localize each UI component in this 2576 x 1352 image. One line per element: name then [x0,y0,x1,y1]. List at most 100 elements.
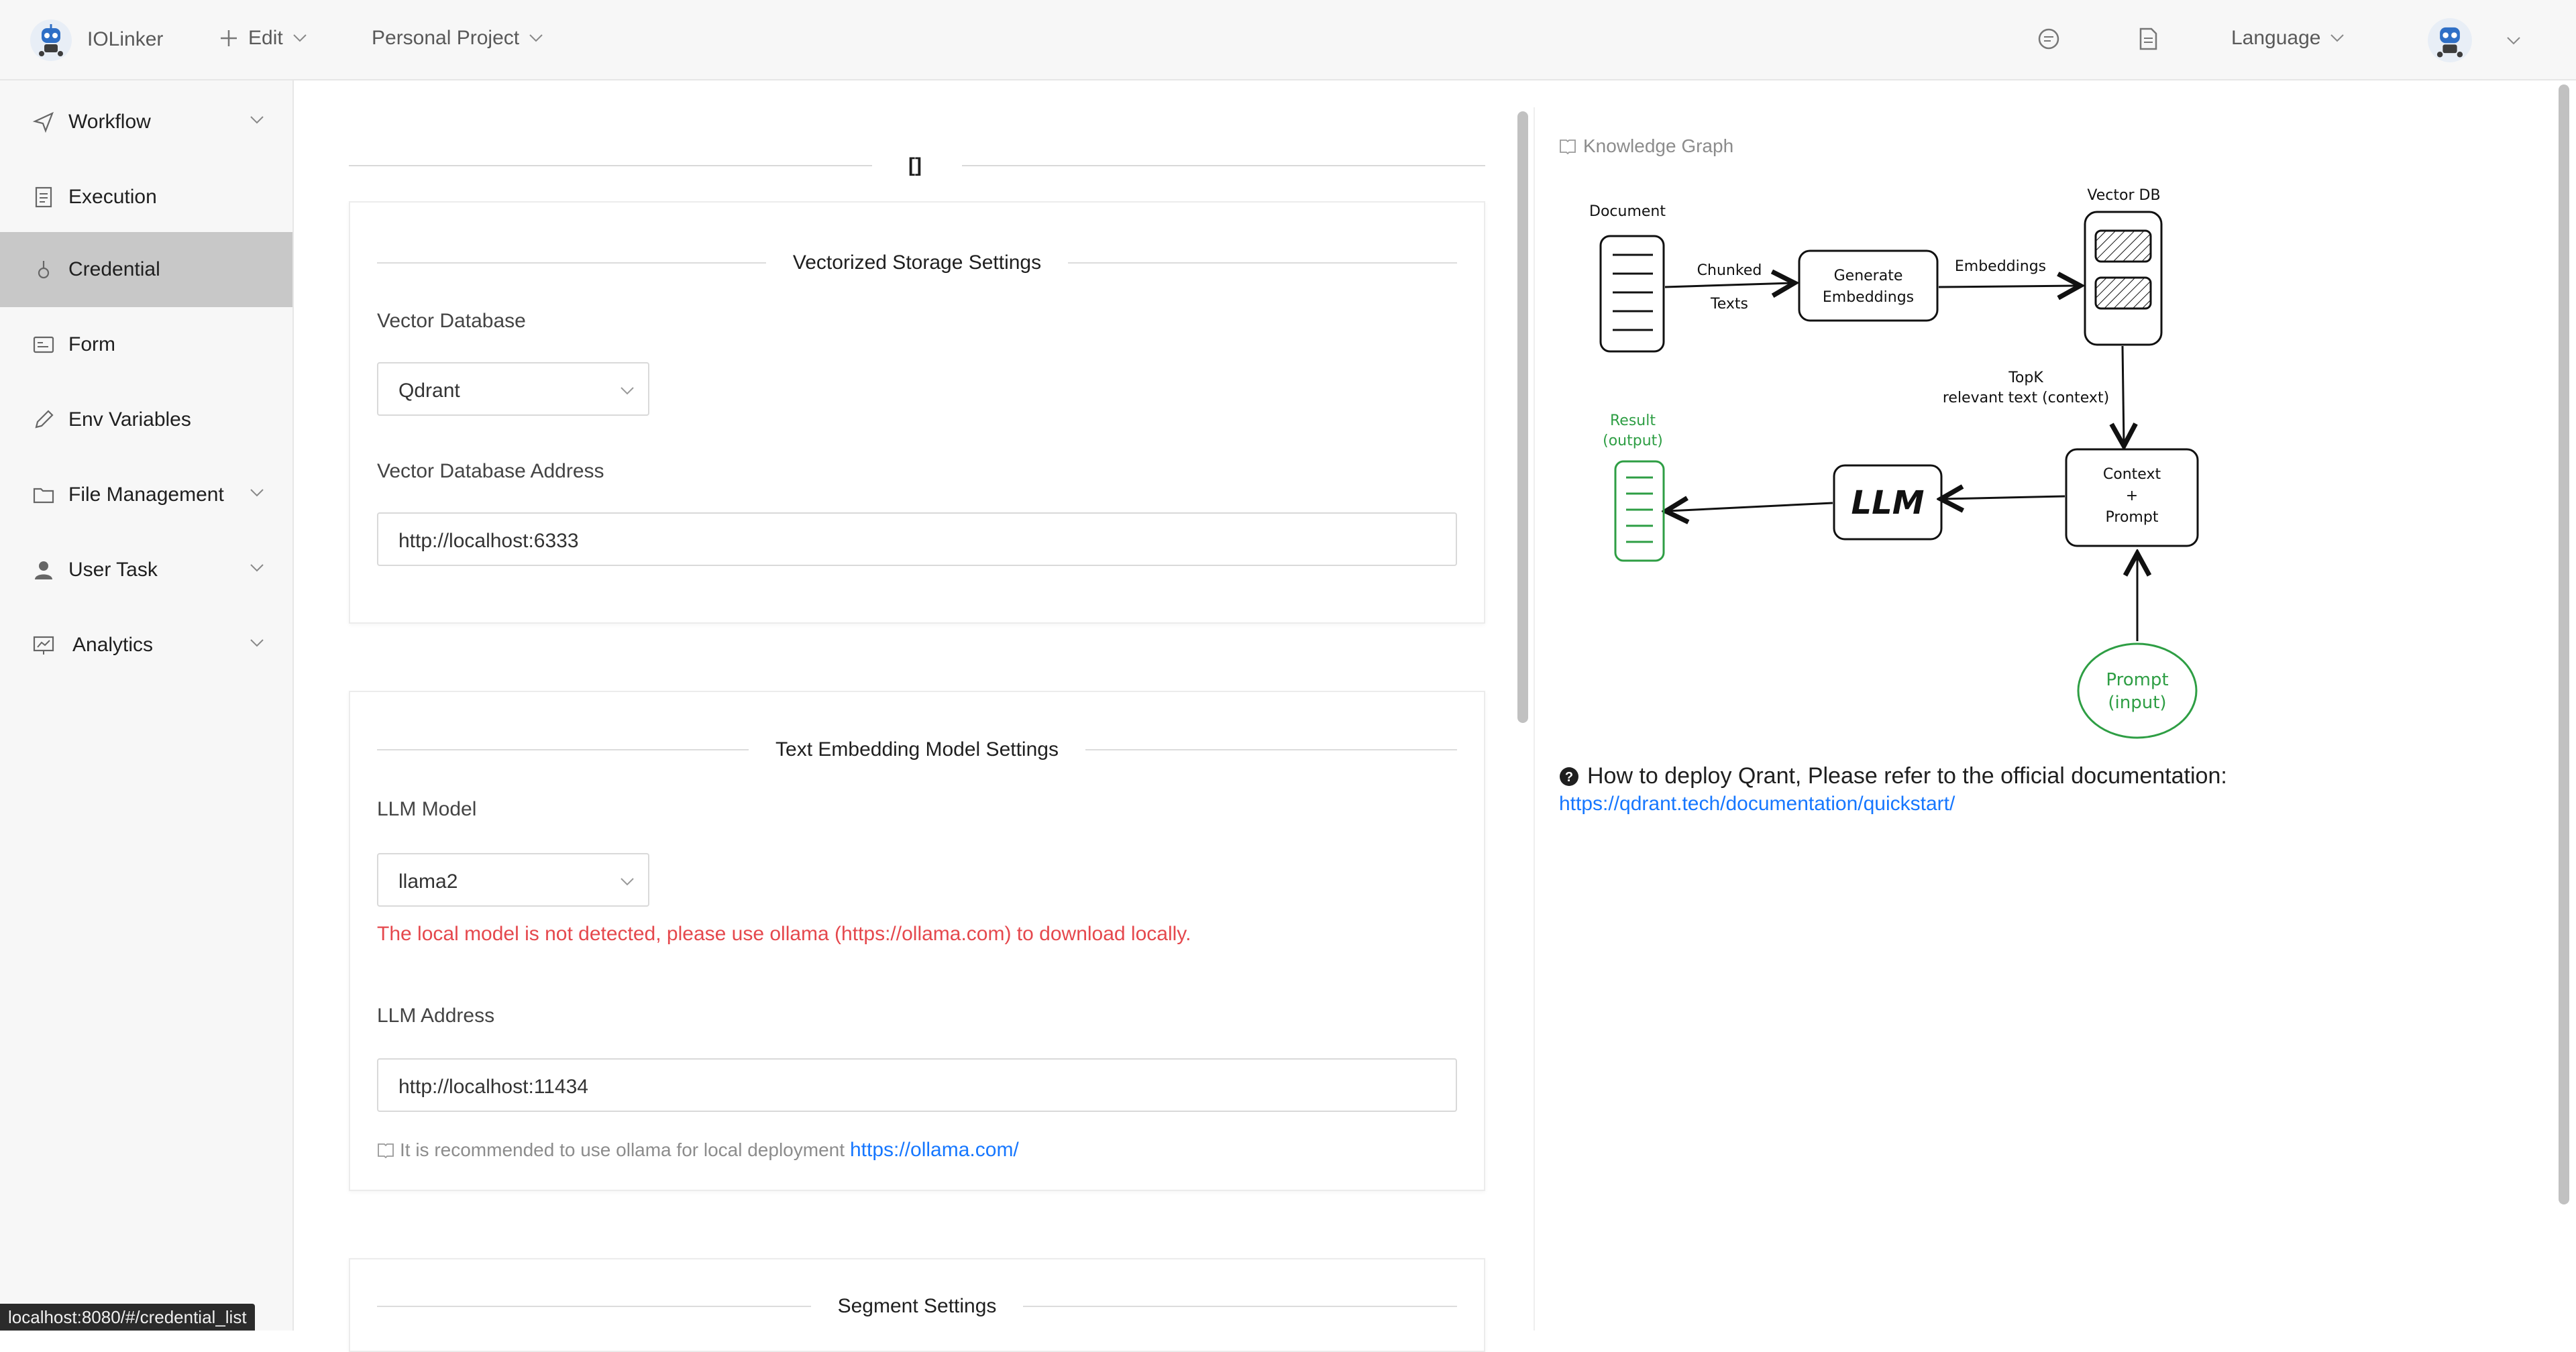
page-scrollbar[interactable] [2559,84,2569,1204]
sidebar-item-label: File Management [68,484,224,506]
chevron-down-icon [621,878,634,886]
chevron-down-icon [292,34,307,42]
diagram-texts-label: Texts [1710,296,1748,313]
vector-database-label: Vector Database [377,310,526,332]
project-selector[interactable]: Personal Project [372,27,543,50]
deploy-text: How to deploy Qrant, Please refer to the… [1587,763,2227,789]
question-circle-icon: ? [1560,767,1578,786]
document-icon [35,186,52,208]
pen-icon [35,410,54,429]
brand-name[interactable]: IOLinker [87,28,163,51]
edit-label: Edit [248,27,283,49]
llm-model-select[interactable]: llama2 [377,853,649,907]
diagram-vector-db-label: Vector DB [2087,187,2160,204]
card-title: Text Embedding Model Settings [775,738,1059,760]
language-label: Language [2231,27,2321,49]
divider [349,165,872,166]
sidebar-item-analytics[interactable]: Analytics [0,608,292,683]
card-title: Vectorized Storage Settings [792,251,1042,274]
vector-database-select[interactable]: Qdrant [377,362,649,416]
card-title: Segment Settings [837,1295,997,1317]
ollama-link[interactable]: https://ollama.com/ [850,1139,1019,1162]
project-label: Personal Project [372,27,520,49]
diagram-result-label: Result [1610,412,1656,429]
sidebar-item-label: Form [68,333,115,355]
llm-address-label: LLM Address [377,1005,495,1027]
bracket-label: [] [908,154,922,176]
card-title-row: Vectorized Storage Settings [377,249,1458,276]
select-value: llama2 [398,870,458,893]
book-icon [1560,139,1576,154]
diagram-prompt-input-label: Prompt [2106,670,2168,690]
qdrant-docs-link[interactable]: https://qdrant.tech/documentation/quicks… [1559,793,1955,815]
chart-icon [33,636,54,655]
model-error-message: The local model is not detected, please … [377,923,1191,945]
diagram-llm-label: LLM [1851,484,1925,522]
diagram-document-label: Document [1589,203,1666,220]
sidebar-item-file-management[interactable]: File Management [0,457,292,532]
segment-settings-card: Segment Settings [349,1258,1485,1352]
user-icon [35,561,52,579]
key-icon [38,261,50,279]
chevron-down-icon [621,387,634,395]
sidebar-item-user-task[interactable]: User Task [0,532,292,608]
ollama-hint: It is recommended to use ollama for loca… [377,1139,1019,1162]
chevron-down-icon [250,639,264,647]
chevron-down-icon [529,34,543,42]
doc-icon[interactable] [2135,25,2161,52]
sidebar-item-label: Workflow [68,111,151,133]
vector-storage-card: Vectorized Storage Settings Vector Datab… [349,201,1485,624]
robot-logo-icon[interactable] [30,19,72,62]
chevron-down-icon [250,116,264,124]
diagram-embeddings-box-label: Embeddings [1823,289,1914,306]
chat-icon[interactable] [2035,25,2062,52]
chevron-down-icon [250,564,264,572]
diagram-output-label: (output) [1603,433,1663,449]
diagram-topk-label: TopK [2008,370,2043,386]
edit-menu[interactable]: Edit [219,27,307,50]
sidebar-item-execution[interactable]: Execution [0,160,292,235]
chevron-down-icon [250,489,264,497]
chevron-down-icon [2330,34,2345,42]
select-value: Qdrant [398,380,460,402]
language-selector[interactable]: Language [2231,27,2345,50]
folder-icon [33,488,54,504]
card-title-row: Segment Settings [377,1293,1457,1320]
diagram-generate-label: Generate [1834,268,1903,284]
input-value: http://localhost:6333 [398,530,579,552]
status-bar-url: localhost:8080/#/credential_list [0,1304,255,1331]
sidebar-item-form[interactable]: Form [0,307,292,382]
knowledge-graph-title: Knowledge Graph [1559,135,1733,157]
sidebar-item-credential[interactable]: Credential [0,232,292,307]
diagram-embeddings-label: Embeddings [1955,258,2046,275]
vector-database-address-input[interactable]: http://localhost:6333 [377,512,1457,566]
deploy-instructions: ? How to deploy Qrant, Please refer to t… [1559,763,2227,789]
sidebar-item-label: User Task [68,559,158,581]
form-icon [33,336,54,353]
diagram-prompt-label: Prompt [2106,509,2159,526]
sidebar-item-label: Credential [68,258,160,280]
divider [962,165,1485,166]
hint-text: It is recommended to use ollama for loca… [400,1139,845,1160]
sidebar-item-label: Analytics [72,634,154,656]
rag-diagram: Document Chunked Texts Generate Embeddin… [1589,187,2199,739]
plus-icon [221,30,237,46]
diagram-relevant-label: relevant text (context) [1943,390,2109,406]
sidebar-item-workflow[interactable]: Workflow [0,84,292,160]
sidebar-item-env-variables[interactable]: Env Variables [0,382,292,457]
main-scrollbar[interactable] [1517,111,1528,723]
sidebar: Workflow Execution Credential Form Env V… [0,80,294,1331]
text-embedding-card: Text Embedding Model Settings LLM Model … [349,691,1485,1191]
kg-title-text: Knowledge Graph [1583,135,1734,156]
card-title-row: Text Embedding Model Settings [377,736,1457,763]
sidebar-item-label: Execution [68,186,157,208]
diagram-chunked-label: Chunked [1697,262,1762,279]
diagram-input-label: (input) [2108,693,2166,713]
llm-address-input[interactable]: http://localhost:11434 [377,1058,1457,1112]
input-value: http://localhost:11434 [398,1076,588,1098]
avatar[interactable] [2427,17,2473,63]
book-icon [378,1143,394,1158]
sidebar-item-label: Env Variables [68,408,191,431]
chevron-down-icon[interactable] [2506,36,2521,46]
vector-database-address-label: Vector Database Address [377,460,604,482]
